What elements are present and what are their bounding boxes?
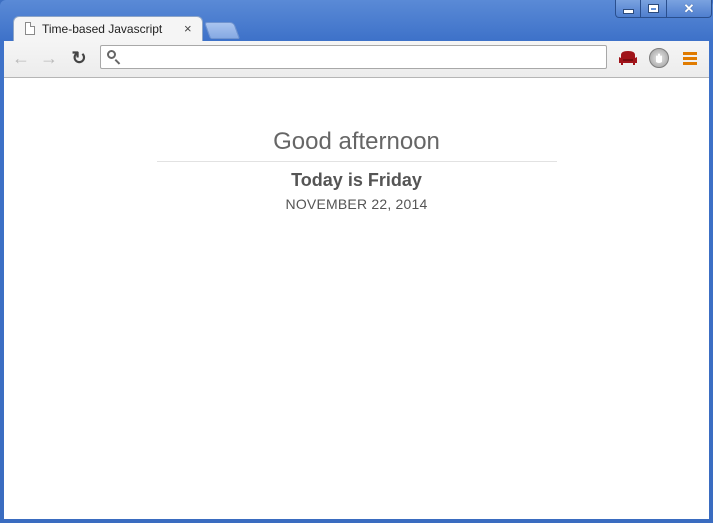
address-bar[interactable] xyxy=(100,45,607,69)
new-tab-button[interactable] xyxy=(203,22,241,39)
chrome-menu-button[interactable] xyxy=(683,52,697,65)
maximize-button[interactable] xyxy=(641,0,667,18)
tab-time-based-javascript[interactable]: Time-based Javascript × xyxy=(13,16,203,42)
maximize-icon xyxy=(649,5,658,12)
window-controls: ✕ xyxy=(615,0,712,19)
menu-bar xyxy=(683,57,697,60)
reload-icon: ↻ xyxy=(71,47,87,68)
greeting-heading: Good afternoon xyxy=(273,128,440,155)
address-input[interactable] xyxy=(125,48,599,68)
menu-bar xyxy=(683,52,697,55)
back-button[interactable]: ← xyxy=(10,48,32,68)
browser-toolbar: ← → ↻ xyxy=(4,41,709,78)
forward-button[interactable]: → xyxy=(38,48,60,68)
tab-title: Time-based Javascript xyxy=(42,22,163,36)
day-heading: Today is Friday xyxy=(291,170,422,190)
page-content: Good afternoon Today is Friday NOVEMBER … xyxy=(4,78,709,519)
menu-bar xyxy=(683,62,697,65)
minimize-button[interactable] xyxy=(615,0,641,18)
close-window-button[interactable]: ✕ xyxy=(667,0,712,18)
reload-button[interactable]: ↻ xyxy=(68,48,90,68)
divider xyxy=(157,161,557,162)
shield-extension-icon[interactable] xyxy=(649,48,669,68)
browser-window: ✕ Time-based Javascript × ← → ↻ Good aft… xyxy=(0,0,713,523)
page-icon xyxy=(25,22,35,35)
search-icon xyxy=(107,50,116,59)
close-icon: ✕ xyxy=(683,1,695,16)
hand-icon xyxy=(656,53,662,63)
armchair-extension-icon[interactable] xyxy=(618,50,638,66)
minimize-icon xyxy=(623,10,633,13)
tab-close-icon[interactable]: × xyxy=(184,21,192,36)
back-arrow-icon: ← xyxy=(12,47,30,68)
date-text: NOVEMBER 22, 2014 xyxy=(285,196,428,212)
forward-arrow-icon: → xyxy=(40,47,58,68)
